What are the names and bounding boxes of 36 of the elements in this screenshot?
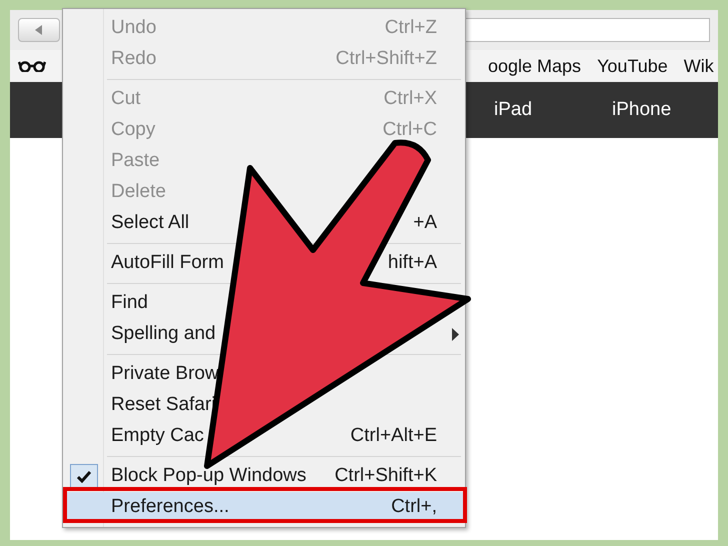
menu-item-label: Empty Cac <box>111 424 204 448</box>
menu-item-label: Block Pop-up Windows <box>111 464 306 488</box>
menu-item-label: Private Brow <box>111 362 219 386</box>
menu-item-label: Delete <box>111 180 166 204</box>
shortcut-text: Ctrl+Shift+K <box>334 464 437 488</box>
menu-item-label: Select All <box>111 211 190 236</box>
menu-item-label: Redo <box>111 47 156 72</box>
menu-item-label: Undo <box>111 16 156 40</box>
bookmark-link[interactable]: YouTube <box>597 52 668 80</box>
menu-item[interactable]: AutoFill Form hift+A <box>65 248 463 279</box>
shortcut-text: +A <box>413 211 437 236</box>
bookmark-link[interactable]: oogle Maps <box>488 52 582 80</box>
shortcut-text: Ctrl+Shift+Z <box>336 47 437 72</box>
nav-link[interactable]: iPhone <box>612 96 672 124</box>
menu-item[interactable]: Private Brow <box>65 359 463 390</box>
back-arrow-icon <box>34 25 44 35</box>
menu-item-label: AutoFill Form <box>111 251 224 276</box>
shortcut-text: Ctrl+X <box>384 87 437 112</box>
shortcut-text: hift+A <box>388 251 437 276</box>
shortcut-text: Ctrl+Z <box>384 16 437 40</box>
menu-item-label: Cut <box>111 87 141 112</box>
bookmark-link[interactable]: Wik <box>684 52 714 80</box>
menu-item-label: Paste <box>111 149 160 174</box>
submenu-arrow-icon <box>452 328 459 341</box>
menu-item[interactable]: Select All +A <box>65 208 463 239</box>
menu-item-label: Preferences... <box>111 495 230 520</box>
menu-item-label: Spelling and <box>111 322 216 346</box>
glasses-icon[interactable] <box>18 60 46 72</box>
menu-item[interactable]: Empty Cac Ctrl+Alt+E <box>65 421 463 452</box>
back-button[interactable] <box>18 18 60 42</box>
shortcut-text: Ctrl+C <box>382 118 437 142</box>
menu-item-label: Find <box>111 291 148 316</box>
nav-link[interactable]: iPad <box>494 96 532 124</box>
menu-item-label: Copy <box>111 118 156 142</box>
shortcut-text: Ctrl+Alt+E <box>350 424 437 448</box>
shortcut-text: Ctrl+, <box>391 495 437 520</box>
